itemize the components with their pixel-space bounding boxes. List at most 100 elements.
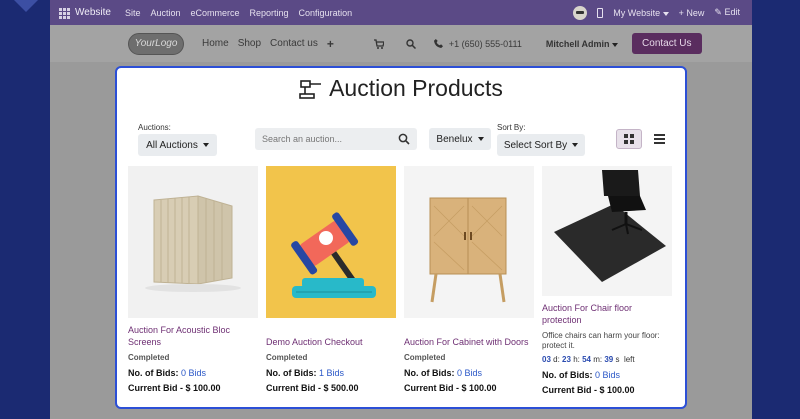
product-name[interactable]: Auction For Chair floor protection	[542, 302, 674, 326]
current-bid: Current Bid - $ 100.00	[542, 385, 635, 395]
bids-count: No. of Bids: 0 Bids	[128, 368, 260, 378]
grid-view-button[interactable]	[616, 129, 642, 149]
pencil-icon: ✎	[714, 7, 722, 17]
bids-count: No. of Bids: 0 Bids	[404, 368, 536, 378]
bids-value[interactable]: 0 Bids	[457, 368, 482, 378]
list-icon	[653, 134, 665, 144]
site-header: YourLogo Home Shop Contact us + +1 (650)…	[50, 25, 752, 62]
edit-button[interactable]: ✎ Edit	[714, 7, 740, 18]
right-side-panel	[752, 0, 800, 419]
user-avatar[interactable]	[573, 5, 588, 20]
product-card[interactable]: Auction For Chair floor protection Offic…	[542, 166, 674, 395]
pricelist-dropdown[interactable]: Benelux	[429, 128, 491, 150]
product-image-floor-protection[interactable]	[542, 166, 672, 296]
timer-seconds: 39	[604, 355, 614, 364]
admin-bar: Website Site Auction eCommerce Reporting…	[50, 0, 752, 25]
gavel-icon	[299, 79, 322, 99]
product-name[interactable]: Auction For Acoustic Bloc Screens	[128, 324, 260, 348]
nav-contact-us[interactable]: Contact us	[270, 38, 318, 49]
admin-menu-site[interactable]: Site	[125, 8, 141, 18]
bids-label: No. of Bids:	[542, 370, 593, 380]
phone-number: +1 (650) 555-0111	[448, 38, 522, 49]
product-image-demo-auction[interactable]	[266, 166, 396, 318]
page-title-text: Auction Products	[329, 75, 503, 101]
timer-seconds-unit: s	[615, 355, 620, 364]
timer-hours: 23	[562, 355, 571, 364]
new-button[interactable]: + New	[679, 8, 705, 18]
timer-left: left	[623, 355, 635, 364]
status-badge: Completed	[128, 353, 170, 362]
product-name[interactable]: Auction For Cabinet with Doors	[404, 336, 536, 348]
admin-menu-reporting[interactable]: Reporting	[250, 8, 289, 18]
bids-value[interactable]: 0 Bids	[595, 370, 620, 380]
timer-minutes-unit: m:	[593, 355, 603, 364]
auction-products-card: Auction Products Auctions: All Auctions …	[115, 66, 687, 409]
product-card[interactable]: Demo Auction Checkout Completed No. of B…	[266, 166, 398, 393]
page-title: Auction Products	[117, 75, 685, 102]
site-nav: Home Shop Contact us +	[202, 37, 334, 51]
status-badge: Completed	[404, 353, 446, 362]
header-icons	[373, 38, 416, 49]
nav-shop[interactable]: Shop	[238, 38, 261, 49]
sort-value: Select Sort By	[503, 139, 568, 151]
current-bid: Current Bid - $ 100.00	[404, 383, 497, 393]
search-icon[interactable]	[398, 133, 410, 145]
my-website-dropdown[interactable]: My Website	[613, 7, 669, 18]
site-logo[interactable]: YourLogo	[128, 32, 184, 55]
bids-label: No. of Bids:	[266, 368, 317, 378]
sort-dropdown[interactable]: Select Sort By	[497, 134, 585, 156]
current-bid: Current Bid - $ 500.00	[266, 383, 359, 393]
bids-label: No. of Bids:	[128, 368, 179, 378]
timer-minutes: 54	[582, 355, 591, 364]
mobile-preview-icon[interactable]	[597, 7, 604, 18]
search-input[interactable]	[255, 128, 417, 150]
chevron-down-icon	[477, 137, 484, 141]
timer-hours-unit: h:	[573, 355, 580, 364]
chevron-down-icon	[202, 143, 209, 147]
admin-menu-ecommerce[interactable]: eCommerce	[191, 8, 240, 18]
phone-icon	[433, 39, 443, 48]
auctions-value: All Auctions	[146, 139, 198, 151]
corner-decoration	[14, 0, 38, 12]
admin-menu-configuration[interactable]: Configuration	[299, 8, 353, 18]
admin-menu-auction[interactable]: Auction	[150, 8, 180, 18]
bids-value[interactable]: 0 Bids	[181, 368, 206, 378]
timer-days: 03	[542, 355, 551, 364]
bids-label: No. of Bids:	[404, 368, 455, 378]
user-name: Mitchell Admin	[545, 38, 610, 49]
timer-days-unit: d:	[553, 355, 560, 364]
phone-info[interactable]: +1 (650) 555-0111	[433, 38, 522, 49]
search-icon[interactable]	[406, 38, 416, 49]
cart-icon[interactable]	[373, 38, 384, 49]
bids-count: No. of Bids: 1 Bids	[266, 368, 398, 378]
admin-brand[interactable]: Website	[75, 7, 111, 18]
chevron-down-icon	[612, 42, 619, 47]
product-name[interactable]: Demo Auction Checkout	[266, 336, 398, 348]
product-image-acoustic-screens[interactable]	[128, 166, 258, 318]
chevron-down-icon	[572, 143, 579, 147]
admin-bar-right: My Website + New ✎ Edit	[573, 5, 740, 20]
list-view-button[interactable]	[646, 129, 672, 149]
contact-us-button[interactable]: Contact Us	[632, 33, 702, 54]
auctions-label: Auctions:	[138, 123, 171, 132]
product-card[interactable]: Auction For Cabinet with Doors Completed…	[404, 166, 536, 393]
bids-value[interactable]: 1 Bids	[319, 368, 344, 378]
status-badge: Completed	[266, 353, 308, 362]
countdown-timer: 03 d: 23 h: 54 m: 39 s left	[542, 355, 674, 364]
chevron-down-icon	[662, 11, 669, 16]
bids-count: No. of Bids: 0 Bids	[542, 370, 674, 380]
admin-menu: Site Auction eCommerce Reporting Configu…	[125, 8, 352, 18]
my-website-label: My Website	[613, 7, 661, 18]
user-menu[interactable]: Mitchell Admin	[545, 38, 619, 49]
product-card[interactable]: Auction For Acoustic Bloc Screens Comple…	[128, 166, 260, 393]
plus-icon[interactable]: +	[327, 37, 334, 51]
auctions-dropdown[interactable]: All Auctions	[138, 134, 217, 156]
pricelist-value: Benelux	[436, 133, 473, 145]
product-description: Office chairs can harm your floor: prote…	[542, 331, 660, 350]
apps-grid-icon[interactable]	[59, 7, 70, 19]
nav-home[interactable]: Home	[202, 38, 229, 49]
left-side-panel	[0, 0, 50, 419]
edit-label: Edit	[724, 7, 740, 17]
product-image-cabinet[interactable]	[404, 166, 534, 318]
sort-by-label: Sort By:	[497, 123, 526, 132]
